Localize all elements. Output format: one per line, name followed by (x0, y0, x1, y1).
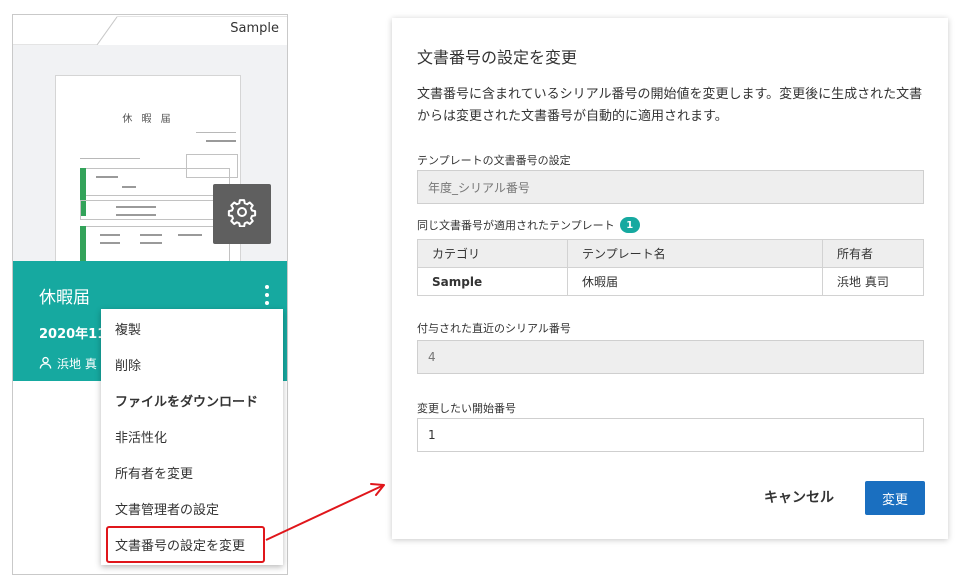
template-setting-field: 年度_シリアル番号 (417, 170, 924, 204)
cancel-button[interactable]: キャンセル (764, 487, 834, 507)
folder-label: Sample (230, 21, 279, 36)
kebab-menu-icon[interactable] (259, 283, 275, 307)
dialog-title: 文書番号の設定を変更 (417, 48, 578, 67)
doc-table (80, 168, 230, 196)
column-header-owner: 所有者 (822, 239, 924, 268)
doc-line (196, 132, 236, 133)
new-start-number-input[interactable]: 1 (417, 418, 924, 452)
person-icon (39, 356, 52, 372)
document-number-settings-dialog: 文書番号の設定を変更 文書番号に含まれているシリアル番号の開始値を変更します。変… (392, 18, 948, 539)
menu-item-deactivate[interactable]: 非活性化 (101, 418, 283, 454)
template-preview: Sample 休 暇 届 (13, 15, 287, 261)
doc-line (80, 158, 140, 159)
menu-item-duplicate[interactable]: 複製 (101, 310, 283, 346)
column-header-category: カテゴリ (417, 239, 568, 268)
change-button[interactable]: 変更 (865, 481, 925, 515)
template-card-title: 休暇届 (39, 288, 90, 308)
doc-text (96, 176, 118, 178)
menu-item-document-manager-settings[interactable]: 文書管理者の設定 (101, 490, 283, 526)
last-serial-field: 4 (417, 340, 924, 374)
template-card-owner: 浜地 真 (39, 355, 97, 372)
doc-text (140, 234, 162, 236)
new-start-number-label: 変更したい開始番号 (417, 402, 516, 415)
menu-item-delete[interactable]: 削除 (101, 346, 283, 382)
count-badge: 1 (619, 217, 640, 233)
doc-text (122, 186, 136, 188)
doc-text (100, 234, 120, 236)
last-serial-label: 付与された直近のシリアル番号 (417, 322, 571, 335)
same-number-templates-table: カテゴリ テンプレート名 所有者 Sample 休暇届 浜地 真司 (417, 239, 924, 296)
doc-text (116, 206, 156, 208)
cell-category: Sample (417, 267, 568, 296)
folder-tab: Sample (13, 15, 287, 45)
table-header-row: カテゴリ テンプレート名 所有者 (417, 239, 924, 268)
template-card-owner-name: 浜地 真 (57, 357, 97, 371)
dialog-description: 文書番号に含まれているシリアル番号の開始値を変更します。変更後に生成された文書か… (417, 87, 923, 124)
doc-text (178, 234, 202, 236)
same-number-templates-label: 同じ文書番号が適用されたテンプレート 1 (417, 217, 640, 233)
doc-text (140, 242, 162, 244)
menu-item-download-file[interactable]: ファイルをダウンロード (101, 382, 283, 418)
column-header-template-name: テンプレート名 (567, 239, 823, 268)
annotation-highlight-box (106, 526, 265, 563)
doc-text (116, 214, 156, 216)
template-card-date: 2020年11 (39, 327, 107, 342)
table-row: Sample 休暇届 浜地 真司 (417, 267, 924, 296)
gear-icon (227, 197, 257, 231)
cell-template-name: 休暇届 (567, 267, 823, 296)
doc-table-header (80, 226, 86, 261)
template-setting-label: テンプレートの文書番号の設定 (417, 154, 571, 167)
doc-text (206, 140, 236, 142)
cell-owner: 浜地 真司 (822, 267, 924, 296)
template-settings-button[interactable] (213, 184, 271, 244)
doc-table (80, 200, 230, 220)
doc-text (100, 242, 120, 244)
document-thumbnail-title: 休 暇 届 (122, 114, 174, 125)
menu-item-change-owner[interactable]: 所有者を変更 (101, 454, 283, 490)
